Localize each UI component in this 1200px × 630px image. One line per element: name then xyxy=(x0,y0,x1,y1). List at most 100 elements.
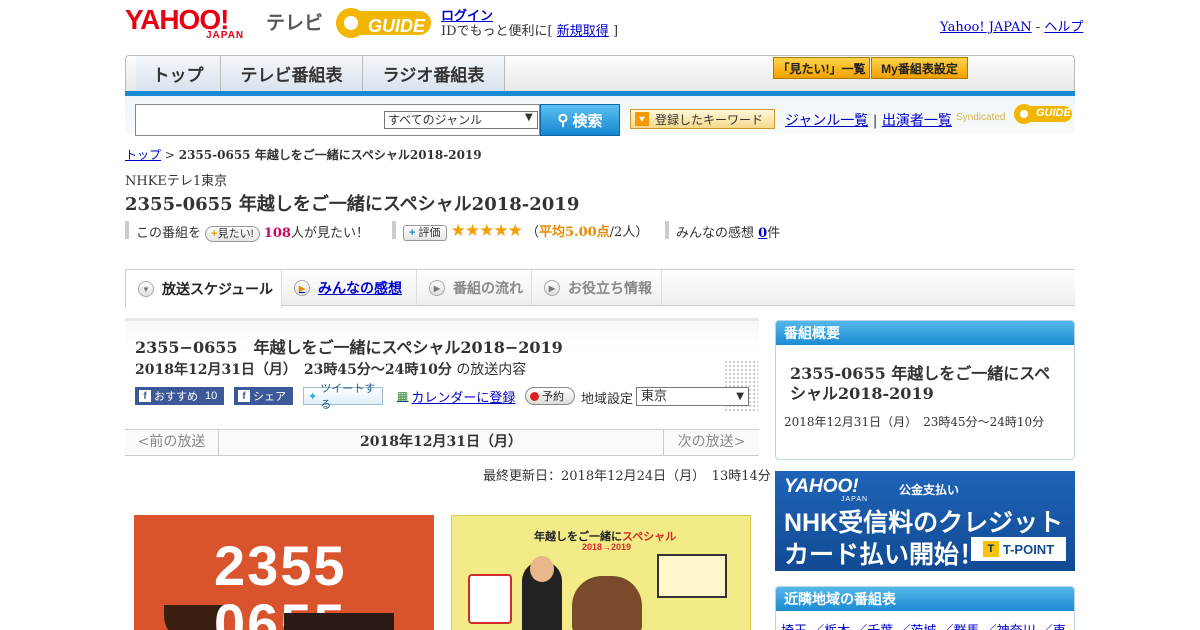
broadcast-pager: <前の放送 2018年12月31日（月） 次の放送> xyxy=(125,429,759,456)
last-updated: 最終更新日：2018年12月24日（月） 13時14分 xyxy=(483,469,771,484)
header-separator: - xyxy=(1035,20,1041,35)
mitai-group: この番組を +見たい! 108人が見たい！ xyxy=(136,222,369,242)
keyword-button-label: 登録したキーワード xyxy=(655,112,764,127)
schedule-date-value: 2018年12月31日（月） 23時45分～24時10分 xyxy=(135,362,452,378)
mitai-list-button[interactable]: 「見たい!」一覧 xyxy=(773,57,870,79)
calendar-link[interactable]: ▦ カレンダーに登録 xyxy=(393,387,519,406)
tab-flow-label: 番組の流れ xyxy=(453,280,523,296)
nav-tab-tv[interactable]: テレビ番組表 xyxy=(221,56,363,91)
search-button[interactable]: ⚲ 検索 xyxy=(540,104,620,136)
rating-close: ） xyxy=(635,225,649,240)
tv-logo-label[interactable]: テレビ xyxy=(266,8,323,35)
calendar-label: カレンダーに登録 xyxy=(411,390,516,406)
chevron-down-icon: ▼ xyxy=(525,112,533,123)
banner-line2: カード払い開始！ xyxy=(784,541,985,569)
program-meta-row: この番組を +見たい! 108人が見たい！ + 評価 ★★★★★ （平均5.00… xyxy=(125,221,825,242)
impressions-group: みんなの感想 0件 xyxy=(676,222,780,241)
overview-heading: 番組概要 xyxy=(776,321,1074,345)
breadcrumb: トップ > 2355-0655 年越しをご一緒にスペシャル2018-2019 xyxy=(125,146,482,163)
mitai-suffix: 人が見たい！ xyxy=(290,226,369,241)
channel-name: NHKEテレ1東京 xyxy=(125,174,228,189)
banner-yahoo-logo: YAHOO! xyxy=(784,476,859,497)
schedule-date-suffix: の放送内容 xyxy=(456,362,527,378)
yahoo-logo-japan: JAPAN xyxy=(206,30,245,41)
rating-group: + 評価 ★★★★★ （平均5.00点/2人） xyxy=(403,221,648,241)
tab-useful-info[interactable]: ▶ お役立ち情報 xyxy=(532,270,662,306)
rating-average: 平均5.00点 xyxy=(539,225,610,240)
nav-tab-radio[interactable]: ラジオ番組表 xyxy=(363,56,505,91)
impressions-label: みんなの感想 xyxy=(676,226,755,241)
tpoint-icon: T xyxy=(982,541,999,557)
tab-schedule[interactable]: ▼ 放送スケジュール xyxy=(125,270,282,308)
keyword-button[interactable]: ▼ 登録したキーワード xyxy=(630,109,775,129)
genre-list-link[interactable]: ジャンル一覧 xyxy=(785,113,868,129)
nav-tab-top[interactable]: トップ xyxy=(136,56,221,91)
header-links: Yahoo! JAPAN - ヘルプ xyxy=(940,16,1083,35)
omikuji-icon xyxy=(468,574,512,624)
login-note: IDでもっと便利に[ 新規取得 ] xyxy=(441,20,618,39)
meta-divider xyxy=(392,221,396,239)
facebook-icon: f xyxy=(238,390,250,402)
face-illustration xyxy=(530,556,554,582)
tab-flow[interactable]: ▶ 番組の流れ xyxy=(417,270,532,306)
tab-impressions[interactable]: ▶ みんなの感想 xyxy=(282,270,417,306)
overview-title: 2355-0655 年越しをご一緒にスペシャル2018-2019 xyxy=(790,364,1051,403)
overview-date: 2018年12月31日（月） 23時45分～24時10分 xyxy=(784,415,1045,429)
yahoo-japan-link[interactable]: Yahoo! JAPAN xyxy=(940,20,1032,35)
share-row: f おすすめ 10 f シェア ✦ ツイートする ▦ カレンダーに登録 予約 地… xyxy=(135,383,755,411)
program-image-special[interactable]: 年越しをご一緒にスペシャル 2018→2019 xyxy=(451,515,751,630)
login-note-prefix: IDでもっと便利に[ xyxy=(441,24,553,39)
my-bangumi-button[interactable]: My番組表設定 xyxy=(871,57,968,79)
banner-yahoo-japan: JAPAN xyxy=(841,496,869,503)
performer-list-link[interactable]: 出演者一覧 xyxy=(882,113,952,129)
nhk-credit-banner[interactable]: YAHOO! JAPAN 公金支払い NHK受信料のクレジット カード払い開始！… xyxy=(775,471,1075,571)
rating-button[interactable]: + 評価 xyxy=(403,225,447,241)
facebook-share-button[interactable]: f シェア xyxy=(234,387,293,405)
search-button-label: 検索 xyxy=(572,112,603,130)
facebook-icon: f xyxy=(139,390,151,402)
meta-divider xyxy=(125,221,129,239)
tweet-label: ツイートする xyxy=(320,383,376,411)
reserve-label: 予約 xyxy=(542,391,564,403)
impressions-count-link[interactable]: 0 xyxy=(758,226,767,241)
banner-line1: NHK受信料のクレジット xyxy=(784,509,1064,537)
arrow-down-icon: ▼ xyxy=(635,112,649,126)
prev-broadcast-button[interactable]: <前の放送 xyxy=(125,430,219,455)
help-link[interactable]: ヘルプ xyxy=(1044,20,1083,35)
mitai-button[interactable]: +見たい! xyxy=(205,226,260,242)
rating-open: （ xyxy=(525,225,539,240)
tweet-button[interactable]: ✦ ツイートする xyxy=(303,383,383,411)
breadcrumb-top-link[interactable]: トップ xyxy=(125,148,161,162)
mitai-count: 108 xyxy=(263,226,291,241)
impressions-suffix: 件 xyxy=(767,226,781,241)
next-broadcast-button[interactable]: 次の放送> xyxy=(663,430,759,455)
reserve-button[interactable]: 予約 xyxy=(525,387,575,405)
star-rating-icon: ★★★★★ xyxy=(450,221,523,241)
plus-icon: + xyxy=(409,227,416,239)
banner-subtitle: 公金支払い xyxy=(899,483,960,497)
tv-frame-illustration xyxy=(657,554,727,598)
play-icon: ▶ xyxy=(429,280,445,296)
region-value: 東京 xyxy=(641,389,668,404)
region-label: 地域設定 xyxy=(581,392,634,407)
twitter-icon: ✦ xyxy=(308,390,318,403)
program-image-logo[interactable]: 2355 0655 xyxy=(134,515,434,630)
chevron-down-icon: ▼ xyxy=(736,391,744,402)
nearby-heading: 近隣地域の番組表 xyxy=(776,587,1074,611)
syndicated-logo-text: GUIDE xyxy=(1036,107,1071,119)
program-tabs: ▼ 放送スケジュール ▶ みんなの感想 ▶ 番組の流れ ▶ お役立ち情報 xyxy=(125,269,1075,308)
mitai-button-label: 見たい! xyxy=(217,228,254,240)
image-text-2355: 2355 xyxy=(214,534,347,597)
chevron-down-icon: ▼ xyxy=(138,281,154,297)
register-link[interactable]: 新規取得 xyxy=(557,24,609,39)
search-links: ジャンル一覧 | 出演者一覧 xyxy=(785,110,952,130)
facebook-like-count: 10 xyxy=(205,390,218,402)
nearby-region-links[interactable]: 埼玉 ／栃木 ／千葉 ／茨城 ／群馬 ／神奈川 ／東 xyxy=(781,620,1066,630)
genre-select[interactable]: すべてのジャンル xyxy=(384,111,538,129)
region-select[interactable]: 東京 ▼ xyxy=(636,387,749,406)
page-title: 2355-0655 年越しをご一緒にスペシャル2018-2019 xyxy=(125,194,580,215)
login-note-suffix: ] xyxy=(612,24,619,39)
search-icon: ⚲ xyxy=(557,112,569,129)
pager-date: 2018年12月31日（月） xyxy=(360,434,522,450)
facebook-like-button[interactable]: f おすすめ 10 xyxy=(135,387,224,405)
